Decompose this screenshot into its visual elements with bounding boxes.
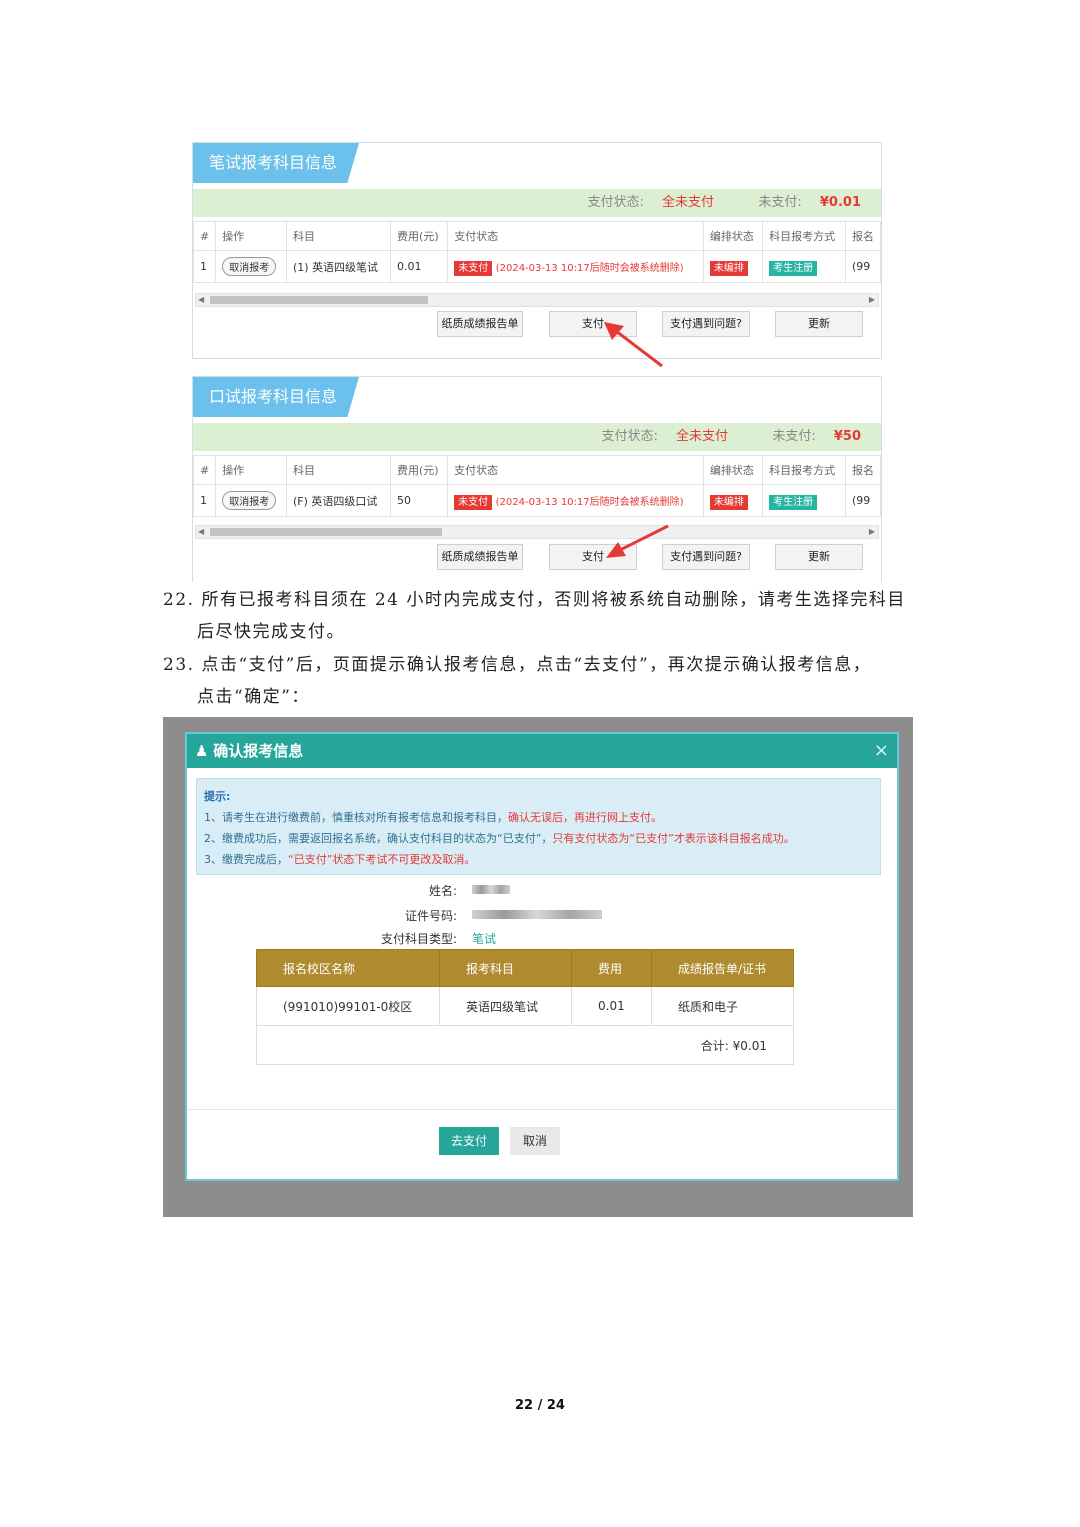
tip-line-3: 3、缴费完成后，“已支付”状态下考试不可更改及取消。 [204,853,476,866]
scroll-left-icon[interactable]: ◀ [198,294,204,306]
table-header-row: # 操作 科目 费用(元) 支付状态 编排状态 科目报考方式 报名 [192,221,882,251]
tip-title: 提示: [204,790,231,803]
dialog-header: ♟ 确认报考信息 × [187,734,897,768]
confirm-registration-dialog: ♟ 确认报考信息 × 提示: 1、请考生在进行缴费前，慎重核对所有报考信息和报考… [185,732,899,1181]
oral-subjects-panel: 口试报考科目信息 支付状态: 全未支付 未支付: ¥50 # 操作 科目 费用(… [192,376,882,582]
table-row: 1 取消报考 (F) 英语四级口试 50 未支付 (2024-03-13 10:… [192,484,882,517]
cancel-button[interactable]: 取消 [510,1127,560,1155]
scroll-right-icon[interactable]: ▶ [869,294,875,306]
oral-pay-status: 全未支付 [676,429,729,444]
refresh-button[interactable]: 更新 [775,311,863,337]
written-pay-summary: 支付状态: 全未支付 未支付: ¥0.01 [193,189,881,217]
written-pay-status: 全未支付 [662,195,715,210]
tip-box: 提示: 1、请考生在进行缴费前，慎重核对所有报考信息和报考科目，确认无误后，再进… [196,778,881,875]
user-icon: ♟ [195,742,209,760]
scroll-right-icon[interactable]: ▶ [869,526,875,538]
written-action-buttons: 纸质成绩报告单 支付 支付遇到问题? 更新 [193,311,881,347]
confirm-dialog-screenshot: ♟ 确认报考信息 × 提示: 1、请考生在进行缴费前，慎重核对所有报考信息和报考… [163,717,913,1217]
page-number: 22 / 24 [515,1398,565,1413]
total-row: 合计: ¥0.01 [256,1025,794,1065]
scroll-left-icon[interactable]: ◀ [198,526,204,538]
paper-report-button[interactable]: 纸质成绩报告单 [437,311,523,337]
step-22-line2: 后尽快完成支付。 [197,622,345,642]
step-23-line1: 23. 点击“支付”后，页面提示确认报考信息，点击“去支付”，再次提示确认报考信… [163,655,872,675]
table-row: 1 取消报考 (1) 英语四级笔试 0.01 未支付 (2024-03-13 1… [192,250,882,283]
unpaid-badge: 未支付 [454,261,493,276]
total-amount: 合计: ¥0.01 [256,1025,794,1065]
red-arrow-icon [606,524,669,558]
written-subjects-panel: 笔试报考科目信息 支付状态: 全未支付 未支付: ¥0.01 # 操作 科目 费… [192,142,882,359]
table-header-row: 报名校区名称 报考科目 费用 成绩报告单/证书 [256,949,794,987]
payment-problem-button[interactable]: 支付遇到问题? [662,544,750,570]
oral-panel-title: 口试报考科目信息 [193,377,359,417]
scrollbar-thumb[interactable] [210,296,428,304]
unpaid-badge: 未支付 [454,495,493,510]
dialog-title: 确认报考信息 [213,742,304,760]
scrollbar-thumb[interactable] [210,528,442,536]
unarranged-badge: 未编排 [709,261,748,276]
written-subject-table: # 操作 科目 费用(元) 支付状态 编排状态 科目报考方式 报名 1 取消报考… [192,221,882,283]
close-icon[interactable]: × [874,734,889,768]
go-pay-button[interactable]: 去支付 [439,1127,499,1155]
tip-line-2: 2、缴费成功后，需要返回报名系统，确认支付科目的状态为“已支付”，只有支付状态为… [204,832,795,845]
oral-action-buttons: 纸质成绩报告单 支付 支付遇到问题? 更新 [193,544,881,580]
oral-unpaid-amount: ¥50 [833,429,861,444]
oral-pay-summary: 支付状态: 全未支付 未支付: ¥50 [193,423,881,451]
refresh-button[interactable]: 更新 [775,544,863,570]
dialog-footer: 去支付 取消 [187,1109,897,1176]
red-arrow-icon [604,322,663,368]
oral-subject-table: # 操作 科目 费用(元) 支付状态 编排状态 科目报考方式 报名 1 取消报考… [192,455,882,517]
table-row: (991010)99101-0校区 英语四级笔试 0.01 纸质和电子 [256,986,794,1026]
paper-report-button[interactable]: 纸质成绩报告单 [437,544,523,570]
payment-problem-button[interactable]: 支付遇到问题? [662,311,750,337]
horizontal-scrollbar[interactable]: ◀ ▶ [195,293,879,307]
table-header-row: # 操作 科目 费用(元) 支付状态 编排状态 科目报考方式 报名 [192,455,882,485]
method-badge: 考生注册 [769,261,818,276]
written-panel-title: 笔试报考科目信息 [193,143,359,183]
tip-line-1: 1、请考生在进行缴费前，慎重核对所有报考信息和报考科目，确认无误后，再进行网上支… [204,811,662,824]
horizontal-scrollbar[interactable]: ◀ ▶ [195,525,879,539]
step-22-line1: 22. 所有已报考科目须在 24 小时内完成支付，否则将被系统自动删除，请考生选… [163,590,906,610]
unarranged-badge: 未编排 [709,495,748,510]
blurred-name [472,885,510,894]
method-badge: 考生注册 [769,495,818,510]
cancel-registration-button[interactable]: 取消报考 [222,257,277,276]
cancel-registration-button[interactable]: 取消报考 [222,491,277,510]
confirm-table: 报名校区名称 报考科目 费用 成绩报告单/证书 (991010)99101-0校… [256,949,794,1065]
blurred-id [472,910,602,919]
written-unpaid-amount: ¥0.01 [819,195,861,210]
step-23-line2: 点击“确定”： [197,687,310,707]
